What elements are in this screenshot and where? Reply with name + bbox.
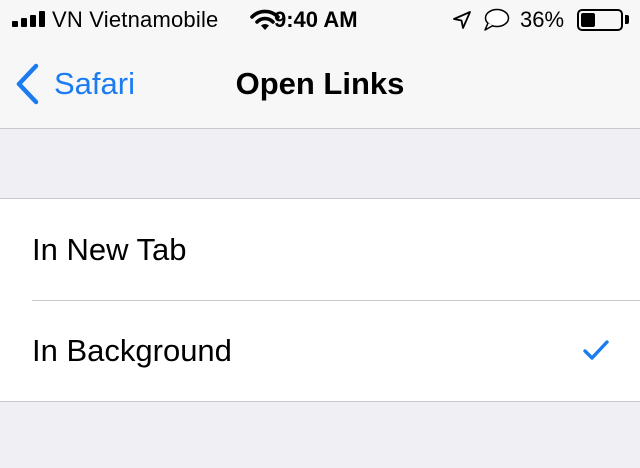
page-title: Open Links — [235, 66, 405, 101]
location-arrow-icon — [453, 11, 471, 29]
option-in-background[interactable]: In Background — [0, 300, 640, 401]
option-in-new-tab[interactable]: In New Tab — [0, 199, 640, 300]
battery-level-fill — [581, 13, 595, 27]
signal-icon — [12, 11, 48, 27]
battery-percentage: 36% — [520, 7, 565, 32]
navigation-bar: Safari Open Links — [0, 40, 640, 129]
clock-time: 9:40 AM — [274, 7, 358, 32]
checkmark-icon — [583, 340, 609, 360]
speech-bubble-icon — [484, 8, 510, 31]
option-label: In New Tab — [32, 232, 187, 267]
status-bar: VN Vietnamobile 9:40 AM 36% — [0, 0, 640, 40]
open-links-options-list: In New Tab In Background — [0, 198, 640, 402]
option-label: In Background — [32, 333, 232, 368]
carrier-name: VN Vietnamobile — [52, 7, 219, 32]
battery-icon — [577, 9, 623, 31]
battery-cap — [625, 15, 629, 24]
